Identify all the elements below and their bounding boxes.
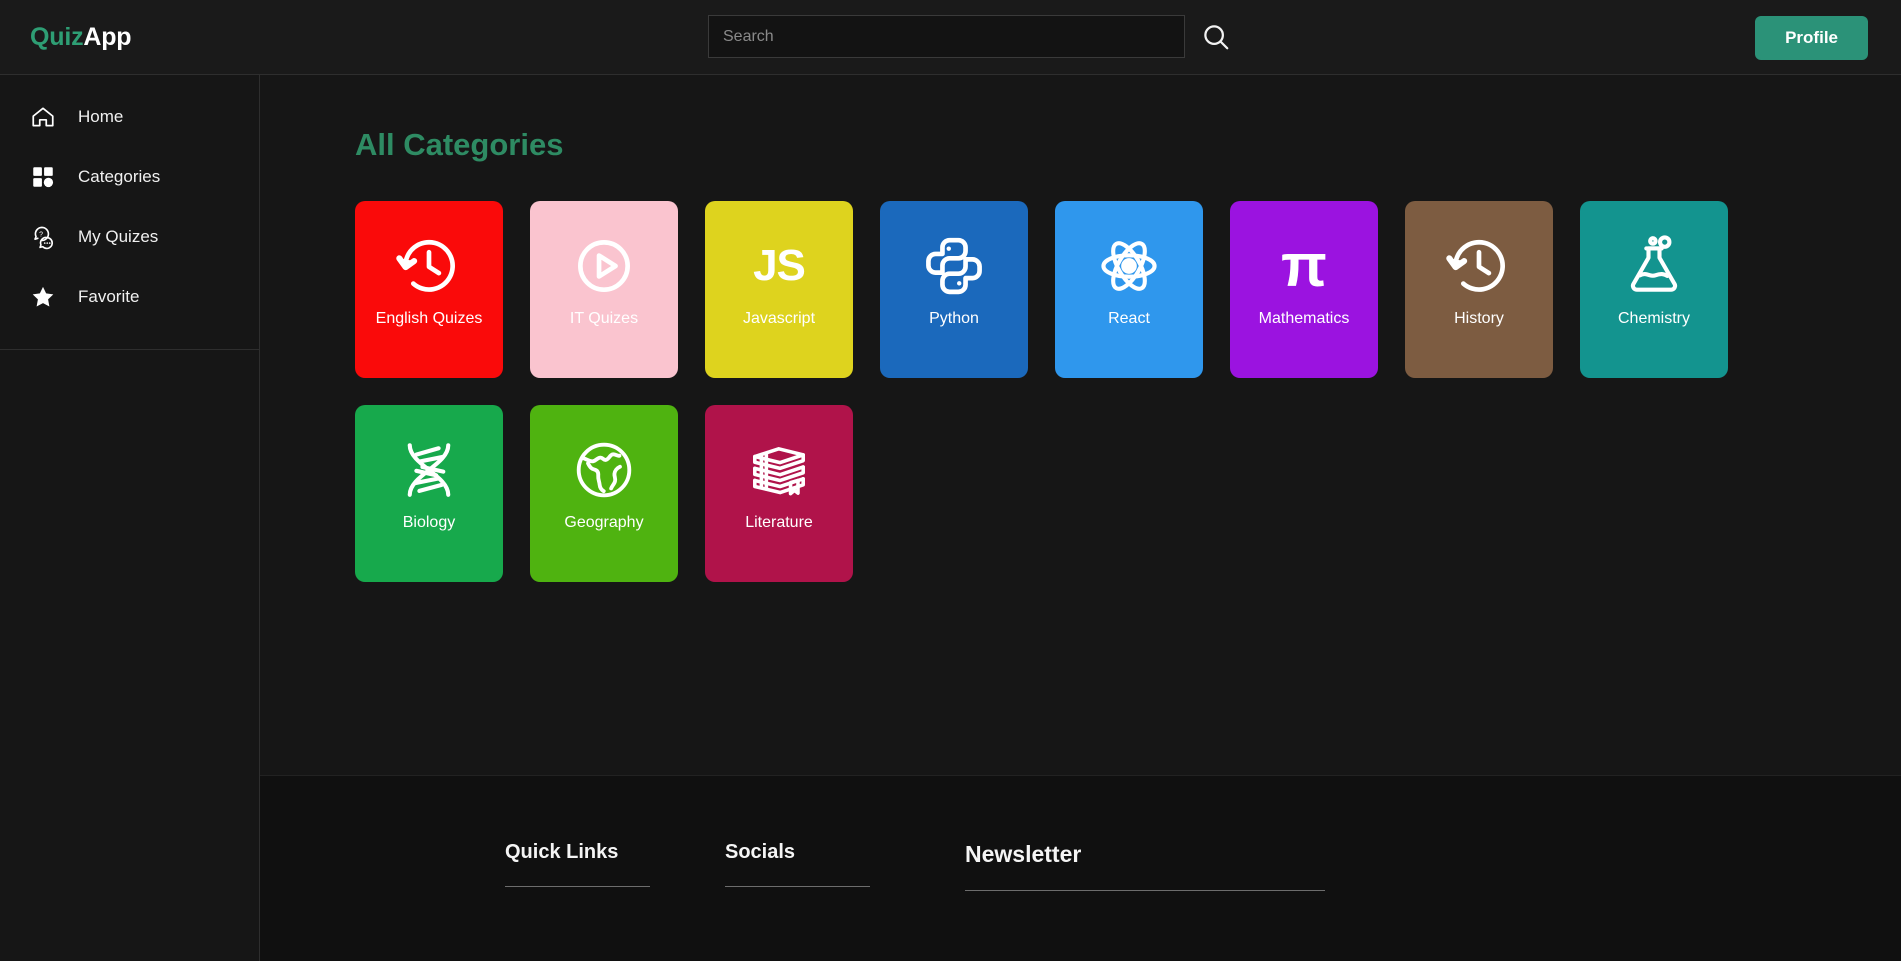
- top-header: QuizApp Profile: [0, 0, 1901, 75]
- profile-button[interactable]: Profile: [1755, 16, 1868, 60]
- category-card-label: Javascript: [742, 310, 816, 327]
- category-card-label: Python: [929, 310, 979, 327]
- category-card-label: History: [1454, 310, 1504, 327]
- category-card-geography[interactable]: Geography: [530, 405, 678, 582]
- search-icon[interactable]: [1201, 22, 1231, 52]
- category-card-history[interactable]: History: [1405, 201, 1553, 378]
- category-card-python[interactable]: Python: [880, 201, 1028, 378]
- site-footer: Quick Links Socials Newsletter: [260, 775, 1901, 961]
- history-clock-icon: [1446, 233, 1512, 299]
- footer-heading-newsletter: Newsletter: [965, 841, 1082, 867]
- footer-divider: [965, 890, 1325, 891]
- python-icon: [921, 233, 987, 299]
- footer-divider: [725, 886, 870, 887]
- svg-text:?: ?: [39, 231, 43, 238]
- globe-icon: [571, 437, 637, 503]
- category-card-english-quizes[interactable]: English Quizes: [355, 201, 503, 378]
- sidebar-item-label: Home: [78, 107, 124, 126]
- history-clock-icon: [396, 233, 462, 299]
- category-card-label: Chemistry: [1617, 310, 1690, 327]
- play-circle-icon: [571, 233, 637, 299]
- footer-column-quick-links: Quick Links: [505, 841, 650, 961]
- sidebar-item-label: Favorite: [78, 287, 140, 306]
- sidebar-item-categories[interactable]: Categories: [0, 147, 259, 207]
- home-icon: [30, 104, 56, 130]
- dna-icon: [396, 437, 462, 503]
- star-icon: [30, 284, 56, 310]
- page-title: All Categories: [355, 127, 564, 162]
- category-card-biology[interactable]: Biology: [355, 405, 503, 582]
- category-grid: English Quizes IT Quizes JS Javascript P…: [355, 201, 1805, 582]
- body-row: Home Categories ? My Quizes Favorite All…: [0, 75, 1901, 961]
- category-card-mathematics[interactable]: π Mathematics: [1230, 201, 1378, 378]
- footer-heading-quick-links: Quick Links: [505, 841, 619, 863]
- search-area: [708, 15, 1231, 58]
- category-card-it-quizes[interactable]: IT Quizes: [530, 201, 678, 378]
- footer-column-newsletter: Newsletter: [965, 841, 1325, 961]
- category-card-label: React: [1108, 310, 1150, 327]
- flask-icon: [1621, 233, 1687, 299]
- category-card-label: Biology: [402, 514, 456, 531]
- sidebar-item-favorite[interactable]: Favorite: [0, 267, 259, 327]
- category-card-javascript[interactable]: JS Javascript: [705, 201, 853, 378]
- logo-text-app: App: [83, 22, 132, 51]
- content-column: All Categories English Quizes IT Quizes …: [260, 75, 1901, 961]
- books-icon: [746, 437, 812, 503]
- sidebar: Home Categories ? My Quizes Favorite: [0, 75, 260, 961]
- category-card-literature[interactable]: Literature: [705, 405, 853, 582]
- main-content: All Categories English Quizes IT Quizes …: [260, 75, 1901, 775]
- sidebar-item-label: Categories: [78, 167, 161, 186]
- category-card-label: English Quizes: [375, 310, 483, 327]
- category-card-label: Geography: [564, 514, 644, 531]
- grid-icon: [30, 164, 56, 190]
- category-card-chemistry[interactable]: Chemistry: [1580, 201, 1728, 378]
- footer-heading-socials: Socials: [725, 841, 796, 863]
- category-card-label: Mathematics: [1258, 310, 1350, 327]
- sidebar-item-label: My Quizes: [78, 227, 159, 246]
- footer-divider: [505, 886, 650, 887]
- search-input[interactable]: [708, 15, 1185, 58]
- chat-question-icon: ?: [30, 224, 56, 250]
- pi-icon: π: [1281, 232, 1327, 299]
- atom-icon: [1096, 233, 1162, 299]
- sidebar-item-home[interactable]: Home: [0, 87, 259, 147]
- footer-column-socials: Socials: [725, 841, 870, 961]
- app-logo[interactable]: QuizApp: [30, 22, 132, 52]
- sidebar-nav-list: Home Categories ? My Quizes Favorite: [0, 75, 259, 350]
- js-text-icon: JS: [753, 241, 806, 290]
- app-root: QuizApp Profile: [0, 0, 1901, 961]
- category-card-label: IT Quizes: [569, 310, 639, 327]
- category-card-react[interactable]: React: [1055, 201, 1203, 378]
- logo-text-quiz: Quiz: [30, 22, 84, 51]
- category-card-label: Literature: [745, 514, 813, 531]
- sidebar-item-my-quizes[interactable]: ? My Quizes: [0, 207, 259, 267]
